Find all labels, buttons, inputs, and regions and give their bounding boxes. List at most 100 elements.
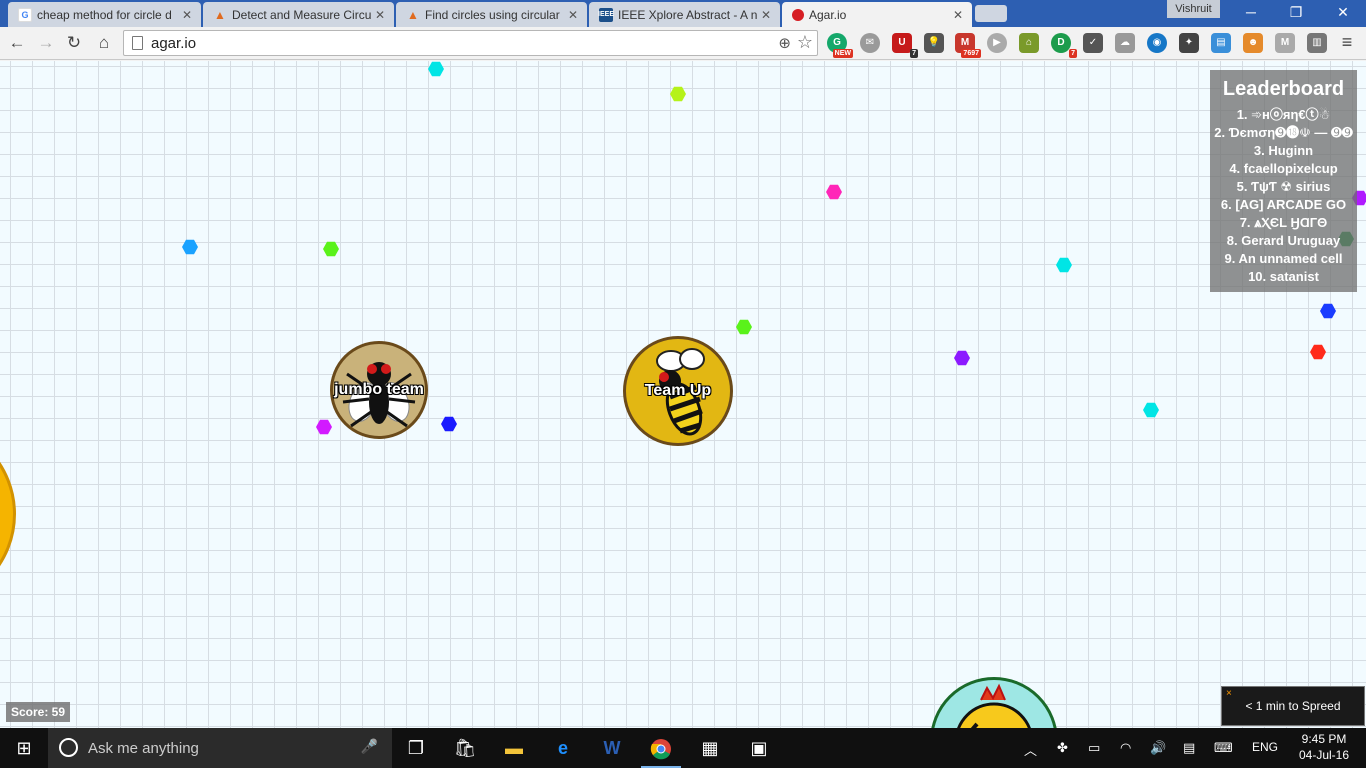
leaderboard-entry: 6. [AG] ARCADE GO	[1220, 197, 1347, 212]
file-explorer-icon[interactable]: ▬	[490, 728, 538, 768]
leaderboard-entry: 2. Ɗєmση➒⓲☫ — ➒➒	[1214, 125, 1353, 140]
menu-icon[interactable]: ≡	[1338, 33, 1356, 51]
window-icon[interactable]: ▤	[1211, 33, 1231, 53]
minimize-button[interactable]: ─	[1228, 0, 1274, 27]
clock-date: 04-Jul-16	[1298, 748, 1350, 762]
close-tab-icon[interactable]: ✕	[950, 8, 966, 22]
battery-icon[interactable]: ▭	[1088, 740, 1100, 756]
clock-time: 9:45 PM	[1301, 732, 1347, 746]
score-label: Score: 59	[6, 702, 71, 722]
tab-title: Agar.io	[809, 7, 847, 22]
tab-4[interactable]: Agar.io ✕	[782, 2, 972, 27]
leaderboard-entry: 10. satanist	[1248, 269, 1319, 284]
inbox-icon[interactable]: ✓	[1083, 33, 1103, 53]
gmail-count-badge: 7697	[961, 49, 981, 58]
face-icon[interactable]: ☻	[1243, 33, 1263, 53]
cell-name-label: Team Up	[644, 382, 712, 399]
leaderboard-entry: 7. ⩓ⲬЄL ӇⱭГΘ	[1239, 215, 1328, 230]
camera-icon[interactable]: ◉	[1147, 33, 1167, 53]
close-tab-icon[interactable]: ✕	[758, 8, 774, 22]
close-tab-icon[interactable]: ✕	[372, 8, 388, 22]
maximize-button[interactable]: ❐	[1273, 0, 1319, 27]
tab-2[interactable]: ▲ Find circles using circular ✕	[396, 2, 587, 27]
ublock-icon[interactable]: U7	[892, 33, 918, 58]
food-pellet	[441, 416, 457, 432]
chicken-cell	[930, 677, 1058, 728]
search-placeholder: Ask me anything	[88, 740, 199, 757]
leaderboard-entry: 4. fcaellopixelcup	[1229, 161, 1338, 176]
leaderboard-entry: 8. Gerard Uruguay	[1226, 233, 1341, 248]
food-pellet	[954, 350, 970, 366]
play-icon[interactable]: ▶	[987, 33, 1007, 53]
leaderboard-title: Leaderboard	[1222, 78, 1345, 100]
new-badge: NEW	[832, 49, 853, 58]
show-hidden-icons[interactable]: ︿	[1024, 740, 1037, 759]
close-tab-icon[interactable]: ✕	[565, 8, 581, 22]
wifi-icon[interactable]: ◠	[1120, 740, 1131, 756]
books-icon[interactable]: ▥	[1307, 33, 1327, 53]
new-tab-button[interactable]	[975, 5, 1007, 22]
lightbulb-icon[interactable]: 💡	[924, 33, 944, 53]
bookmark-star-icon[interactable]: ☆	[797, 32, 813, 53]
reload-icon[interactable]: ↻	[63, 32, 85, 54]
leaderboard-entry: 1. ➾ʜⓞяη€ⓣ☃	[1236, 107, 1331, 122]
tab-title: Detect and Measure Circu	[232, 7, 372, 22]
food-pellet	[316, 419, 332, 435]
food-pellet	[1310, 344, 1326, 360]
gmail-icon[interactable]: M 7697	[955, 33, 981, 58]
profile-button[interactable]: Vishruit	[1167, 0, 1220, 18]
ublock-badge: 7	[910, 49, 918, 58]
close-window-button[interactable]: ✕	[1320, 0, 1366, 27]
leaderboard-entry: 9. An unnamed cell	[1224, 251, 1343, 266]
edge-icon[interactable]: e	[539, 728, 587, 768]
back-icon[interactable]: ←	[6, 32, 28, 54]
cortana-icon	[59, 738, 78, 757]
tab-1[interactable]: ▲ Detect and Measure Circu ✕	[203, 2, 394, 27]
address-bar[interactable]: agar.io ⊕ ☆	[123, 30, 818, 56]
tab-title: IEEE Xplore Abstract - A n	[618, 7, 758, 22]
chrome-icon[interactable]	[637, 728, 685, 768]
close-tab-icon[interactable]: ✕	[179, 8, 195, 22]
food-pellet	[736, 319, 752, 335]
windows-start-icon[interactable]: ⊞	[0, 728, 48, 768]
grammarly-icon[interactable]: G NEW	[827, 33, 853, 58]
language-indicator[interactable]: ENG	[1252, 740, 1278, 754]
food-pellet	[182, 239, 198, 255]
id-badge: 7	[1069, 49, 1077, 58]
orange-cell	[0, 421, 16, 607]
food-pellet	[1056, 257, 1072, 273]
keyboard-icon[interactable]: ⌨	[1214, 740, 1233, 756]
cloud-icon[interactable]: ☁	[1115, 33, 1135, 53]
word-icon[interactable]: W	[588, 728, 636, 768]
basket-icon[interactable]: ⌂	[1019, 33, 1039, 53]
close-notification-icon[interactable]: ×	[1226, 675, 1232, 713]
game-canvas[interactable]: jumbo team Team Up Leaderboard 1. ➾ʜⓞяη€…	[0, 61, 1366, 728]
m-icon[interactable]: M	[1275, 33, 1295, 53]
forward-icon[interactable]: →	[35, 32, 57, 54]
player-cell-team-up: Team Up	[623, 336, 733, 446]
home-icon[interactable]: ⌂	[93, 32, 115, 54]
id-icon[interactable]: D7	[1051, 33, 1077, 58]
spreed-notification[interactable]: × < 1 min to Spreed	[1221, 686, 1365, 726]
mail-check-icon[interactable]: ✉	[860, 33, 880, 53]
spreed-text: < 1 min to Spreed	[1245, 699, 1341, 713]
cortana-search-box[interactable]: Ask me anything 🎤	[48, 728, 392, 768]
agar-icon	[792, 8, 804, 21]
google-icon: G	[18, 7, 32, 22]
store-icon[interactable]: 🛍	[441, 728, 489, 768]
volume-icon[interactable]: 🔊	[1150, 740, 1166, 756]
action-center-icon[interactable]: ▤	[1183, 740, 1195, 756]
calendar-icon[interactable]: ▦	[686, 728, 734, 768]
food-pellet	[826, 184, 842, 200]
zoom-icon[interactable]: ⊕	[778, 34, 791, 52]
puzzle-icon[interactable]: ✦	[1179, 33, 1199, 53]
tab-0[interactable]: G cheap method for circle d ✕	[8, 2, 201, 27]
dropbox-icon[interactable]: ✤	[1057, 740, 1068, 756]
clock[interactable]: 9:45 PM 04-Jul-16	[1292, 731, 1356, 763]
task-view-icon[interactable]: ❐	[392, 728, 440, 768]
microphone-icon[interactable]: 🎤	[361, 738, 378, 755]
leaderboard-entry: 3. Huginn	[1253, 143, 1314, 158]
food-pellet	[1320, 303, 1336, 319]
tab-3[interactable]: IEEE IEEE Xplore Abstract - A n ✕	[589, 2, 780, 27]
photos-icon[interactable]: ▣	[735, 728, 783, 768]
